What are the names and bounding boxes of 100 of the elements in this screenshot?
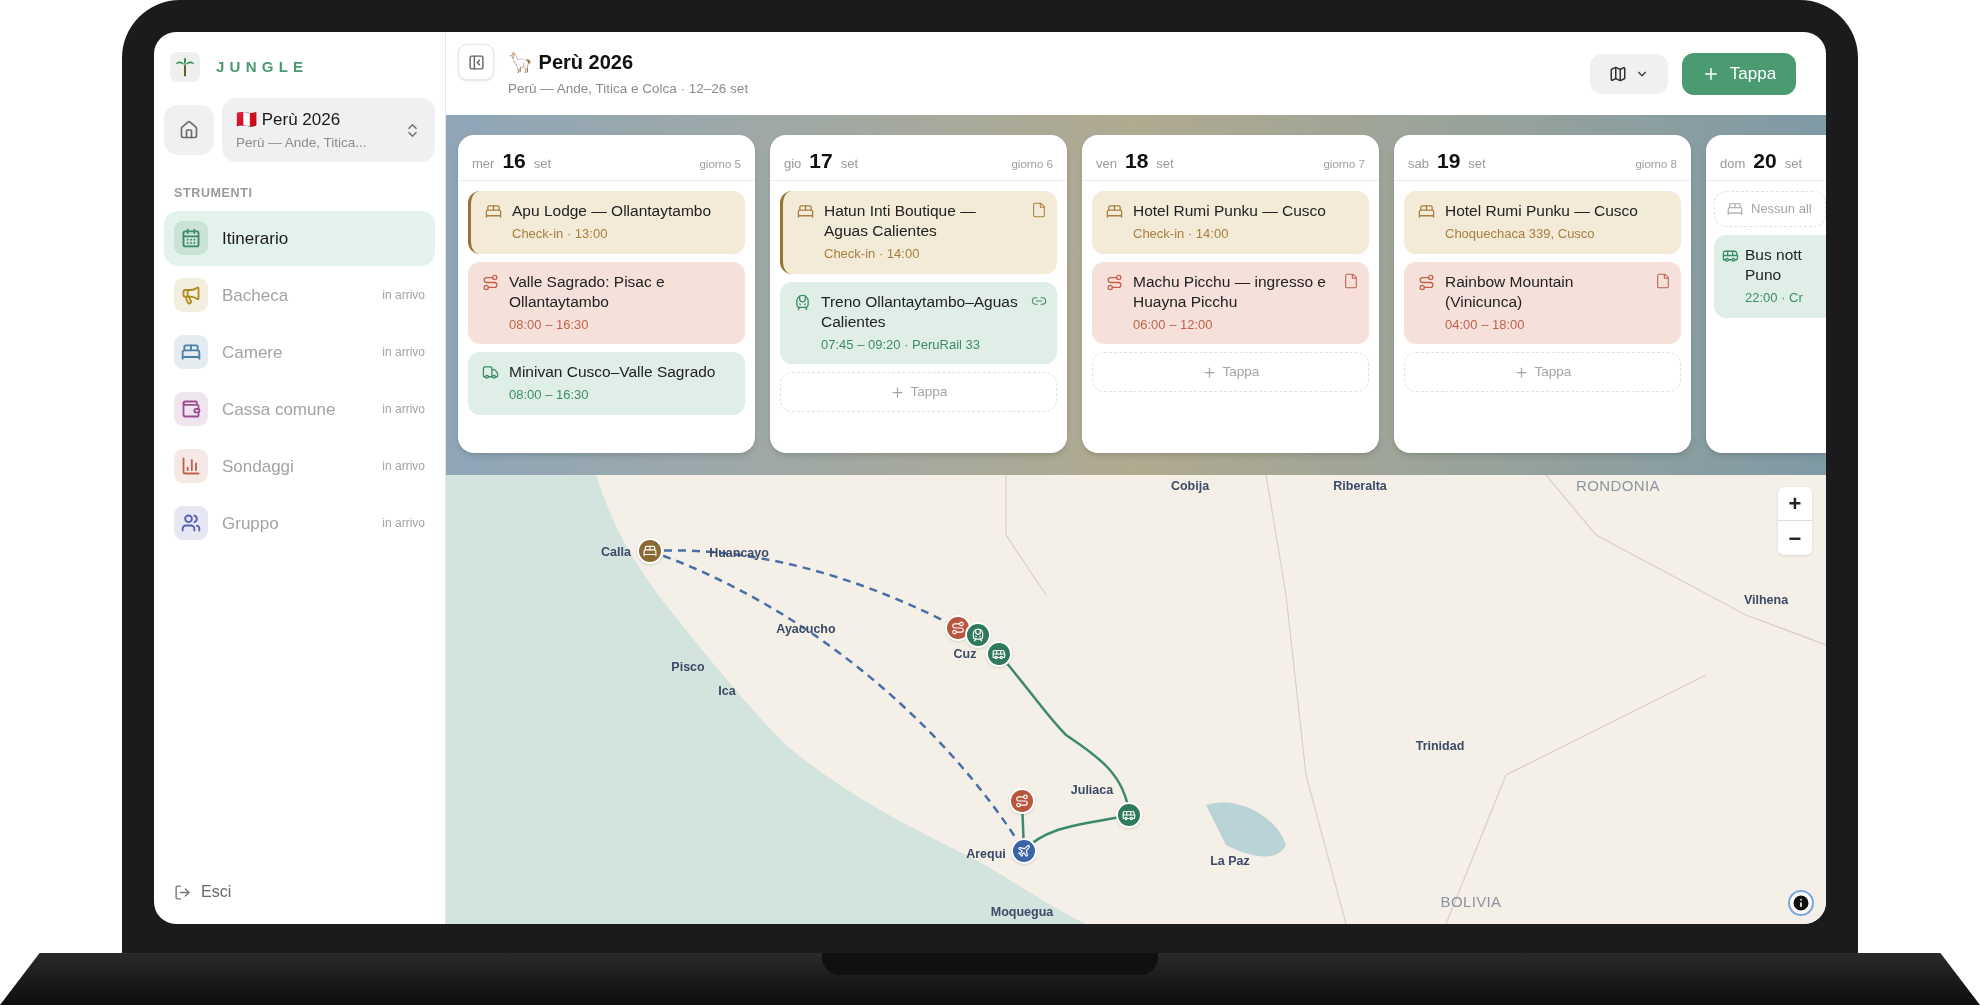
event-title: Hotel Rumi Punku — Cusco — [1445, 201, 1639, 221]
event-detail: 08:00 – 16:30 — [509, 386, 590, 404]
map-place-label: Moquegua — [990, 903, 1054, 921]
month: set — [1468, 155, 1487, 173]
weekday: ven — [1096, 155, 1117, 173]
zoom-in-button[interactable]: + — [1778, 487, 1812, 521]
event-title: Bus nott Puno — [1745, 245, 1803, 285]
page-title: 🦙 Perù 2026 — [508, 50, 635, 76]
route-map-marker[interactable] — [1009, 788, 1035, 814]
weekday: gio — [784, 155, 802, 173]
map[interactable]: Cobija Riberalta RONDONIA Calla Huancayo Ayacucho Pisco Ica Cuz Vilhena Trinidad Juliaca Arequi La Paz Moquegua BOLIVIA + − — [446, 475, 1826, 924]
route-icon — [951, 621, 965, 635]
map-place-label: Vilhena — [1743, 591, 1789, 609]
map-place-label: Calla — [601, 543, 631, 561]
page-subtitle: Perù — Ande, Titica e Colca · 12–26 set — [508, 80, 750, 99]
bed-icon — [1727, 201, 1743, 217]
plane-map-marker[interactable] — [1011, 838, 1037, 864]
event-detail: Check-in · 14:00 — [824, 245, 921, 263]
event-title: Treno Ollantaytambo–Aguas Calientes — [821, 291, 1019, 332]
bed-map-marker[interactable] — [637, 538, 663, 564]
map-place-label: Juliaca — [1070, 781, 1114, 799]
map-place-label: Ica — [718, 682, 736, 700]
sidebar-toggle-button[interactable] — [458, 44, 494, 80]
event-title: Hotel Rumi Punku — Cusco — [1133, 201, 1327, 221]
event-detail: Choquechaca 339, Cusco — [1445, 225, 1596, 243]
train-icon — [971, 628, 985, 642]
weekday: sab — [1408, 155, 1429, 173]
map-place-label: Ayacucho — [776, 620, 836, 638]
map-place-label: Trinidad — [1415, 737, 1465, 755]
nav-label: Camere — [222, 341, 284, 364]
event-detail: Check-in · 13:00 — [512, 225, 609, 243]
event-card[interactable]: Machu Picchu — ingresso e Huayna Picchu 06:00 – 12:00 — [1092, 261, 1369, 344]
home-button[interactable] — [164, 105, 214, 155]
van-icon — [482, 364, 499, 381]
section-heading: STRUMENTI — [173, 185, 254, 202]
map-place-label: BOLIVIA — [1440, 891, 1502, 912]
day-index: giorno 8 — [1635, 157, 1677, 172]
nav-label: Gruppo — [222, 512, 280, 535]
event-card[interactable]: Treno Ollantaytambo–Aguas Calientes 07:45 – 09:20 · PeruRail 33 — [780, 281, 1057, 364]
day-number: 20 — [1753, 148, 1777, 174]
route-icon — [482, 273, 499, 291]
nav-label: Itinerario — [222, 227, 290, 250]
map-place-label: Arequi — [966, 845, 1006, 863]
map-place-label: Pisco — [671, 658, 705, 676]
logout-button[interactable]: Esci — [164, 880, 435, 904]
month: set — [840, 155, 860, 173]
weekday: dom — [1720, 155, 1746, 173]
plus-icon — [1201, 364, 1217, 380]
plane-icon — [1017, 844, 1031, 858]
home-icon — [179, 120, 199, 140]
month: set — [1156, 155, 1175, 173]
sidebar-item[interactable]: Itinerario — [164, 210, 435, 266]
map-icon — [1609, 64, 1627, 83]
bus-map-marker[interactable] — [986, 641, 1012, 667]
note-icon[interactable] — [1031, 202, 1047, 218]
event-title: Valle Sagrado: Pisac e Ollantaytambo — [509, 271, 666, 312]
bed-icon — [643, 544, 657, 558]
event-card[interactable]: Minivan Cusco–Valle Sagrado 08:00 – 16:30 — [468, 352, 745, 415]
event-card[interactable]: Valle Sagrado: Pisac e Ollantaytambo 08:00 – 16:30 — [468, 261, 745, 344]
note-icon[interactable] — [1343, 272, 1359, 289]
event-card[interactable]: Apu Lodge — Ollantaytambo Check-in · 13:00 — [468, 191, 745, 254]
trip-switcher[interactable]: 🇵🇪 Perù 2026 Perù — Ande, Titica... — [222, 98, 435, 162]
event-detail: 06:00 – 12:00 — [1133, 315, 1214, 334]
brand-name: JUNGLE — [216, 56, 309, 77]
coming-soon-label: in arrivo — [382, 458, 425, 476]
train-map-marker[interactable] — [965, 622, 991, 648]
event-card[interactable]: Bus nott Puno 22:00 · Cr — [1714, 235, 1826, 318]
month: set — [533, 155, 553, 173]
route-icon — [1106, 273, 1123, 291]
zoom-out-button[interactable]: − — [1778, 521, 1812, 555]
event-title: Apu Lodge — Ollantaytambo — [512, 201, 713, 221]
nav-label: Bacheca — [222, 284, 290, 307]
route-map-marker[interactable] — [945, 615, 971, 641]
event-detail: 22:00 · Cr — [1745, 289, 1804, 307]
empty-lodging-text: Nessun all — [1751, 200, 1812, 219]
event-card[interactable]: Hatun Inti Boutique — Aguas Calientes Check-in · 14:00 — [780, 191, 1057, 274]
event-title: Machu Picchu — ingresso e Huayna Picchu — [1133, 271, 1327, 312]
bus-map-marker[interactable] — [1116, 802, 1142, 828]
train-icon — [794, 293, 811, 311]
event-detail: 08:00 – 16:30 — [509, 315, 590, 334]
map-view-dropdown[interactable] — [1590, 53, 1668, 94]
note-icon[interactable] — [1655, 272, 1671, 289]
day-number: 17 — [809, 148, 833, 174]
event-title: Hatun Inti Boutique — Aguas Calientes — [824, 201, 977, 241]
bed-icon — [485, 203, 502, 220]
event-title: Rainbow Mountain (Vinicunca) — [1445, 271, 1575, 312]
plus-icon — [1513, 364, 1529, 380]
bus-icon — [1122, 808, 1136, 822]
plus-icon — [889, 384, 905, 400]
trip-subtitle: Perù — Ande, Titica... — [236, 133, 368, 152]
bed-icon — [1106, 203, 1123, 220]
palm-tree-logo — [170, 52, 200, 82]
event-card[interactable]: Hotel Rumi Punku — Cusco Choquechaca 339, Cusco — [1404, 191, 1681, 254]
info-button[interactable] — [1788, 890, 1814, 916]
logout-icon — [174, 883, 191, 901]
event-card[interactable]: Hotel Rumi Punku — Cusco Check-in · 14:00 — [1092, 191, 1369, 254]
coming-soon-label: in arrivo — [382, 515, 425, 533]
nav-label: Sondaggi — [222, 455, 295, 478]
info-icon — [1791, 893, 1811, 913]
event-card[interactable]: Rainbow Mountain (Vinicunca) 04:00 – 18:00 — [1404, 261, 1681, 344]
